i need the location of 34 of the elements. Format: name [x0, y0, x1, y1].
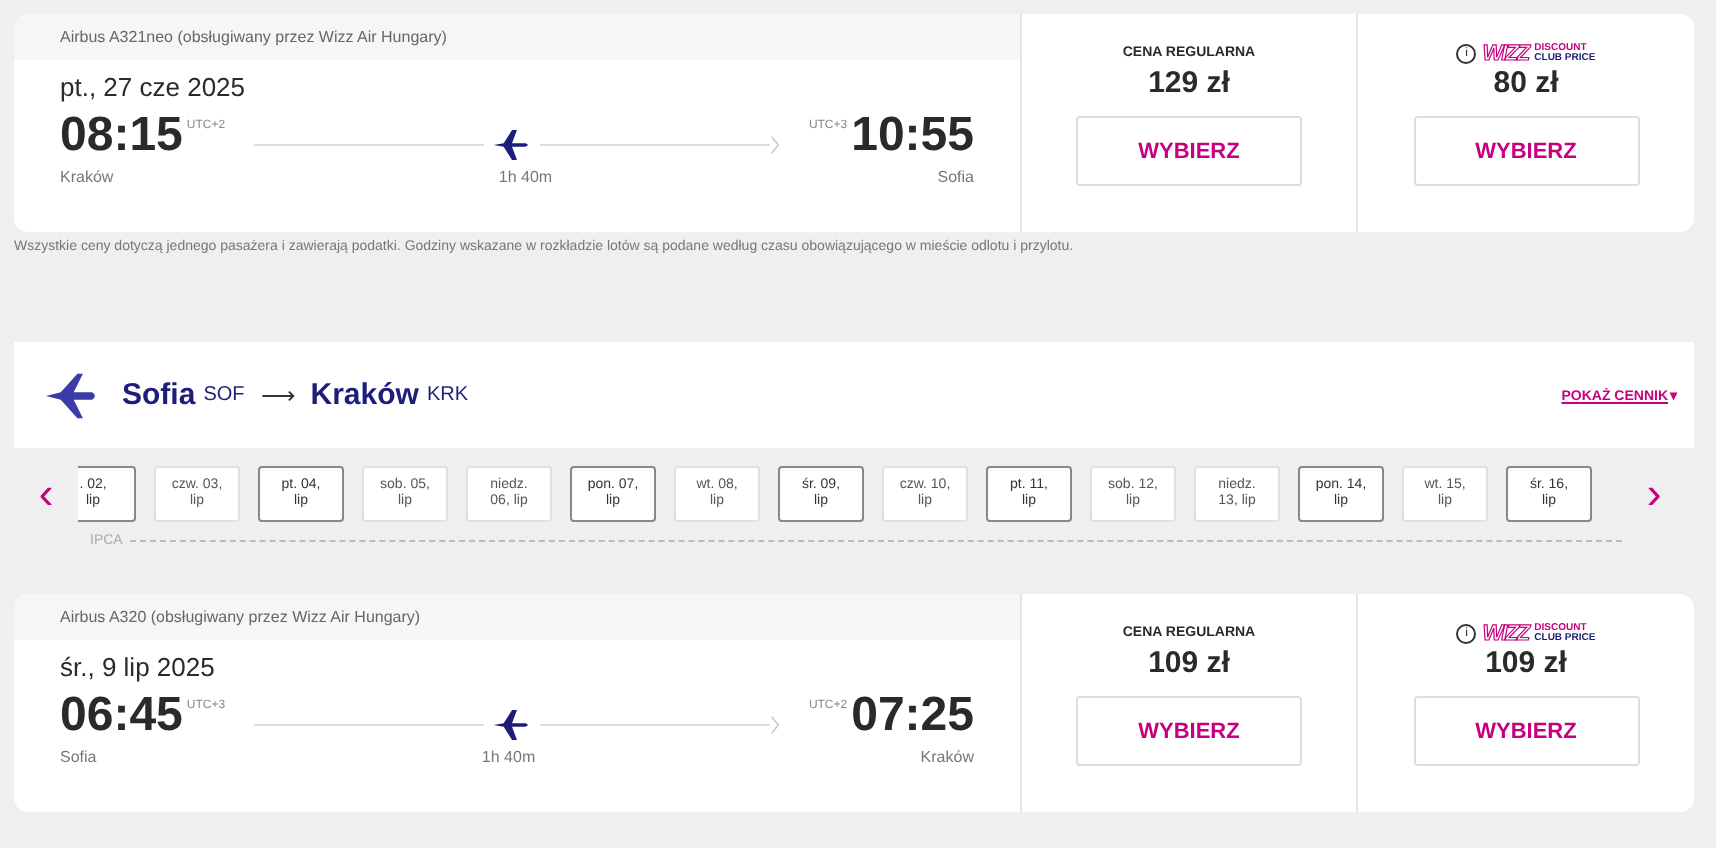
origin-city: Kraków — [60, 168, 114, 186]
fare-price: 109 zł — [1148, 646, 1230, 680]
aircraft-info: Airbus A321neo (obsługiwany przez Wizz Air Hungary) — [14, 14, 1020, 60]
club-price: 80 zł — [1493, 66, 1559, 100]
destination-city: Sofia — [937, 168, 974, 186]
origin-city: Sofia — [122, 378, 196, 412]
airplane-icon — [492, 128, 532, 162]
chevron-icon — [770, 714, 781, 736]
destination-code: KRK — [426, 384, 468, 406]
departure-time: 06:45 — [60, 688, 183, 744]
select-button[interactable]: WYBIERZ — [1076, 116, 1302, 186]
select-button[interactable]: WYBIERZ — [1413, 696, 1639, 766]
club-price: 109 zł — [1485, 646, 1567, 680]
airplane-icon — [42, 371, 98, 419]
wizz-logo: WIZZ — [1482, 41, 1529, 65]
flight-date: pt., 27 cze 2025 — [60, 72, 248, 102]
arrival-time: 10:55 — [851, 108, 974, 164]
origin-code: SOF — [203, 384, 245, 406]
origin-city: Sofia — [60, 748, 97, 766]
destination-city: Kraków — [920, 748, 974, 766]
airplane-icon — [492, 708, 532, 742]
wizz-logo: WIZZ — [1482, 621, 1529, 645]
select-button[interactable]: WYBIERZ — [1076, 696, 1302, 766]
select-button[interactable]: WYBIERZ — [1413, 116, 1639, 186]
chevron-icon — [770, 134, 781, 156]
arrival-time: 07:25 — [851, 688, 974, 744]
departure-time: 08:15 — [60, 108, 183, 164]
flight-duration: 1h 40m — [498, 168, 553, 186]
fare-price: 129 zł — [1148, 66, 1230, 100]
route-arrow: ⟶ — [260, 381, 295, 409]
destination-city: Kraków — [310, 378, 419, 412]
flight-duration: 1h 40m — [481, 748, 536, 766]
flight-date: śr., 9 lip 2025 — [60, 652, 217, 682]
aircraft-info: Airbus A320 (obsługiwany przez Wizz Air Hungary) — [14, 594, 1020, 640]
